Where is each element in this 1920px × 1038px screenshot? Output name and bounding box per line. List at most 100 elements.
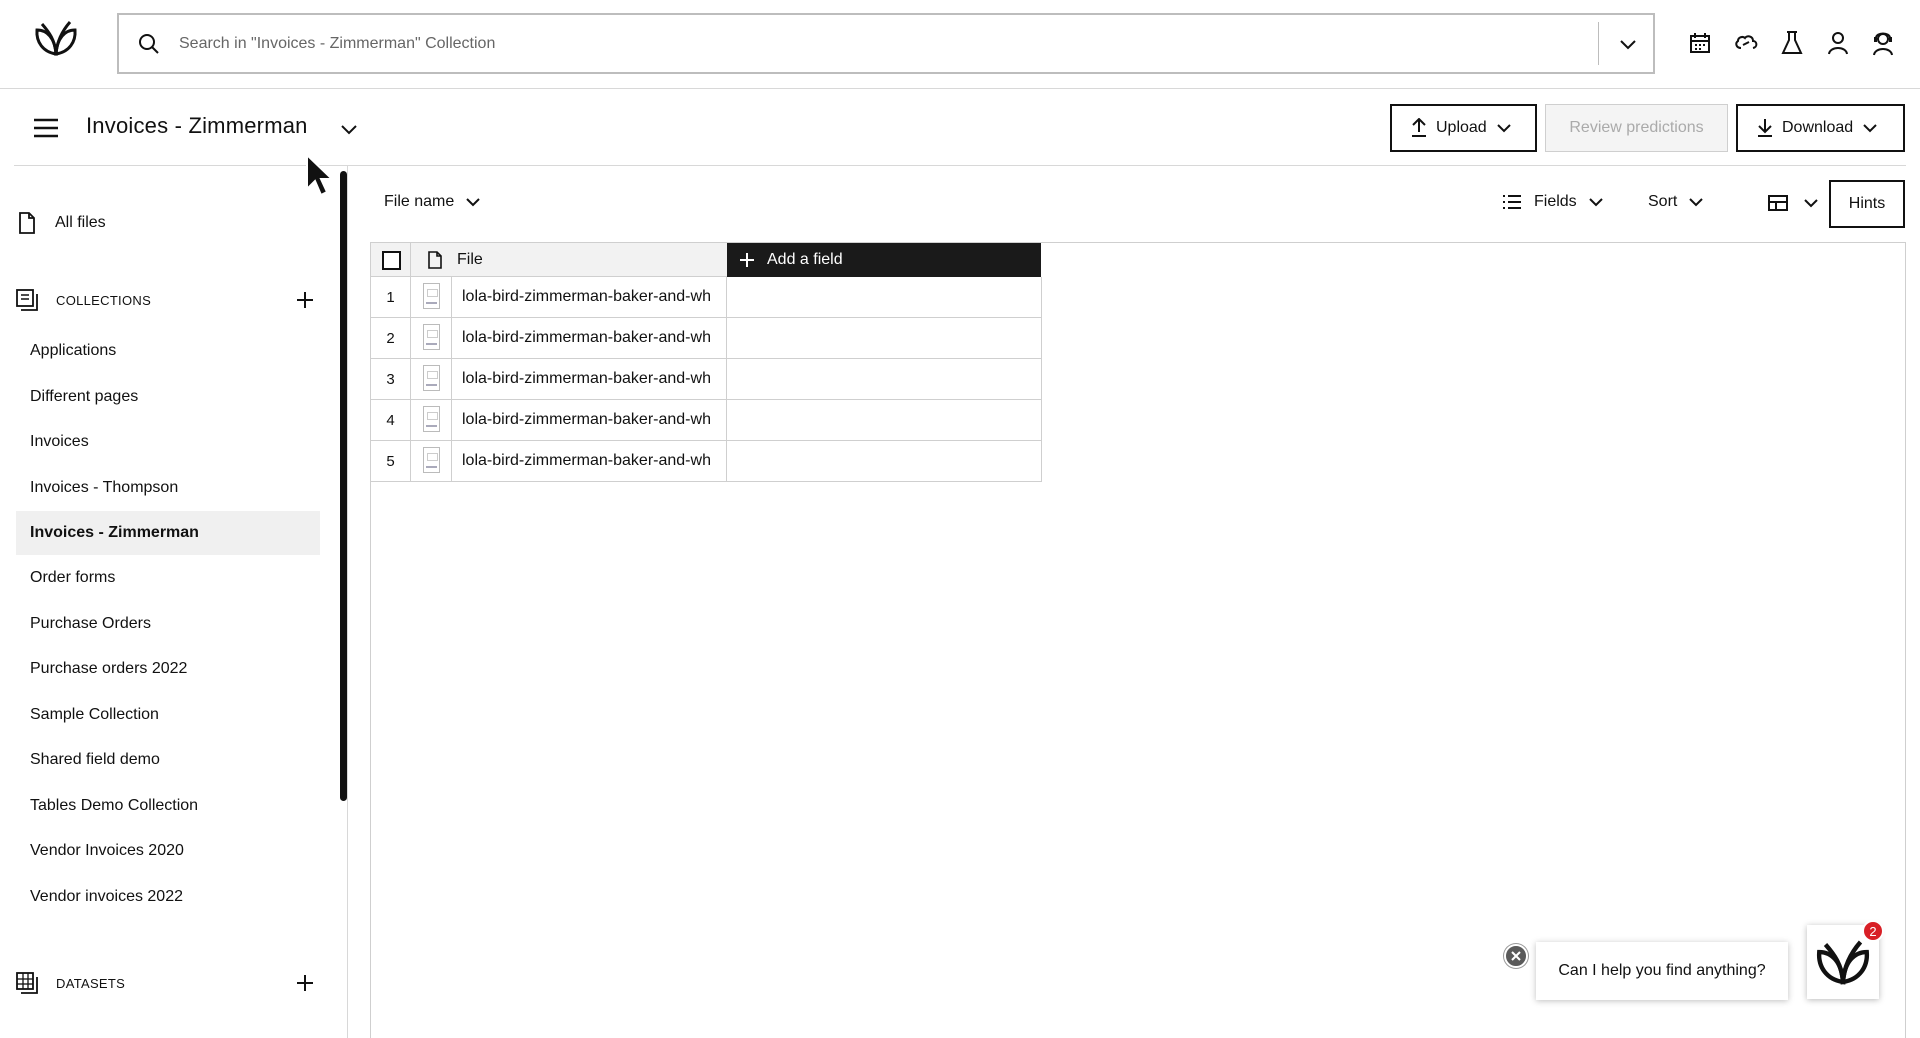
search-icon[interactable]: [137, 32, 161, 56]
upload-button[interactable]: Upload: [1390, 104, 1537, 152]
chat-logo-icon: [1814, 937, 1872, 987]
add-dataset-plus-icon[interactable]: [294, 972, 316, 994]
table-row[interactable]: 1 lola-bird-zimmerman-baker-and-wh: [371, 277, 1042, 318]
document-thumbnail-icon[interactable]: [411, 400, 452, 440]
sidebar-scrollbar[interactable]: [340, 171, 347, 801]
sidebar-item-vendor-invoices-2020[interactable]: Vendor Invoices 2020: [16, 829, 320, 873]
file-name-cell[interactable]: lola-bird-zimmerman-baker-and-wh: [452, 441, 727, 481]
file-name-cell[interactable]: lola-bird-zimmerman-baker-and-wh: [452, 400, 727, 440]
datasets-heading: DATASETS: [16, 972, 125, 994]
plus-icon: [739, 252, 755, 268]
select-all-checkbox[interactable]: [382, 251, 401, 270]
sidebar-item-applications[interactable]: Applications: [16, 329, 320, 373]
upload-label: Upload: [1436, 119, 1487, 136]
datasets-heading-label: DATASETS: [56, 975, 126, 991]
sort-chevron-down-icon: [1687, 193, 1705, 211]
sidebar-item-vendor-invoices-2022[interactable]: Vendor invoices 2022: [16, 875, 320, 919]
field-cell[interactable]: [727, 359, 1042, 399]
fields-label: Fields: [1534, 193, 1577, 210]
select-all-cell: [371, 243, 411, 277]
chat-close-icon[interactable]: [1504, 944, 1528, 968]
hints-button[interactable]: Hints: [1829, 180, 1905, 228]
agent-icon[interactable]: [1868, 28, 1898, 58]
upload-icon: [1410, 118, 1428, 138]
search-input[interactable]: [179, 31, 1699, 57]
row-number: 5: [371, 441, 411, 481]
download-button[interactable]: Download: [1736, 104, 1905, 152]
file-header-icon: [427, 250, 443, 269]
mouse-cursor-icon: [305, 153, 335, 199]
review-predictions-button[interactable]: Review predictions: [1545, 104, 1728, 152]
file-header-label: File: [457, 250, 483, 268]
page-title: Invoices - Zimmerman: [86, 113, 308, 138]
view-mode-dropdown[interactable]: [1754, 194, 1820, 212]
file-name-cell[interactable]: lola-bird-zimmerman-baker-and-wh: [452, 359, 727, 399]
sidebar-item-purchase-orders[interactable]: Purchase Orders: [16, 602, 320, 646]
user-icon[interactable]: [1823, 28, 1853, 58]
chat-prompt-text: Can I help you find anything?: [1558, 962, 1766, 979]
fields-dropdown[interactable]: Fields: [1502, 193, 1605, 211]
datasets-icon: [16, 972, 38, 994]
field-cell[interactable]: [727, 318, 1042, 358]
brand-logo-icon[interactable]: [33, 18, 79, 58]
sidebar-item-order-forms[interactable]: Order forms: [16, 556, 320, 600]
sidebar-item-invoices-zimmerman[interactable]: Invoices - Zimmerman: [16, 511, 320, 555]
file-name-filter[interactable]: File name: [384, 193, 482, 211]
collections-icon: [16, 289, 38, 311]
field-cell[interactable]: [727, 277, 1042, 317]
review-predictions-label: Review predictions: [1569, 119, 1704, 136]
row-number: 1: [371, 277, 411, 317]
download-chevron-down-icon: [1861, 119, 1879, 137]
search-divider: [1598, 22, 1599, 65]
view-mode-chevron-down-icon: [1788, 194, 1820, 212]
sidebar-item-sample-collection[interactable]: Sample Collection: [16, 693, 320, 737]
row-number: 3: [371, 359, 411, 399]
calendar-icon[interactable]: [1685, 28, 1715, 58]
table-row[interactable]: 3 lola-bird-zimmerman-baker-and-wh: [371, 359, 1042, 400]
sidebar-item-invoices[interactable]: Invoices: [16, 420, 320, 464]
search-scope-chevron-down-icon[interactable]: [1617, 33, 1639, 55]
file-column-header[interactable]: File: [411, 243, 727, 277]
flask-icon[interactable]: [1777, 28, 1807, 58]
add-field-button[interactable]: Add a field: [727, 243, 1041, 277]
add-field-label: Add a field: [767, 251, 843, 268]
document-thumbnail-icon[interactable]: [411, 359, 452, 399]
sort-label: Sort: [1648, 193, 1678, 210]
fields-chevron-down-icon: [1587, 193, 1605, 211]
collections-heading: COLLECTIONS: [16, 289, 151, 311]
top-bar: [0, 0, 1920, 89]
hamburger-menu-icon[interactable]: [32, 116, 60, 140]
row-number: 2: [371, 318, 411, 358]
file-name-label: File name: [384, 193, 455, 210]
field-cell[interactable]: [727, 400, 1042, 440]
chat-prompt-bubble[interactable]: Can I help you find anything?: [1536, 942, 1788, 1000]
document-thumbnail-icon[interactable]: [411, 277, 452, 317]
upload-chevron-down-icon: [1495, 119, 1513, 137]
list-icon: [1502, 193, 1522, 211]
sidebar-item-invoices-thompson[interactable]: Invoices - Thompson: [16, 466, 320, 510]
link-cloud-icon[interactable]: [1731, 28, 1761, 58]
file-name-chevron-down-icon: [454, 193, 482, 211]
sidebar-item-shared-field-demo[interactable]: Shared field demo: [16, 738, 320, 782]
field-cell[interactable]: [727, 441, 1042, 481]
row-number: 4: [371, 400, 411, 440]
collection-switch-chevron-down-icon[interactable]: [339, 119, 359, 139]
add-collection-plus-icon[interactable]: [294, 289, 316, 311]
document-thumbnail-icon[interactable]: [411, 318, 452, 358]
table-row[interactable]: 5 lola-bird-zimmerman-baker-and-wh: [371, 441, 1042, 482]
file-name-cell[interactable]: lola-bird-zimmerman-baker-and-wh: [452, 318, 727, 358]
document-thumbnail-icon[interactable]: [411, 441, 452, 481]
sidebar-item-tables-demo-collection[interactable]: Tables Demo Collection: [16, 784, 320, 828]
sidebar-item-different-pages[interactable]: Different pages: [16, 375, 320, 419]
sort-dropdown[interactable]: Sort: [1648, 193, 1705, 211]
table-view-icon: [1754, 194, 1788, 212]
table-row[interactable]: 4 lola-bird-zimmerman-baker-and-wh: [371, 400, 1042, 441]
file-name-cell[interactable]: lola-bird-zimmerman-baker-and-wh: [452, 277, 727, 317]
table-row[interactable]: 2 lola-bird-zimmerman-baker-and-wh: [371, 318, 1042, 359]
sidebar-item-purchase-orders-2022[interactable]: Purchase orders 2022: [16, 647, 320, 691]
download-icon: [1756, 118, 1774, 138]
all-files-label: All files: [55, 214, 106, 231]
chat-notification-badge: 2: [1862, 920, 1884, 942]
download-label: Download: [1782, 119, 1854, 136]
sidebar-item-all-files[interactable]: All files: [18, 212, 106, 234]
